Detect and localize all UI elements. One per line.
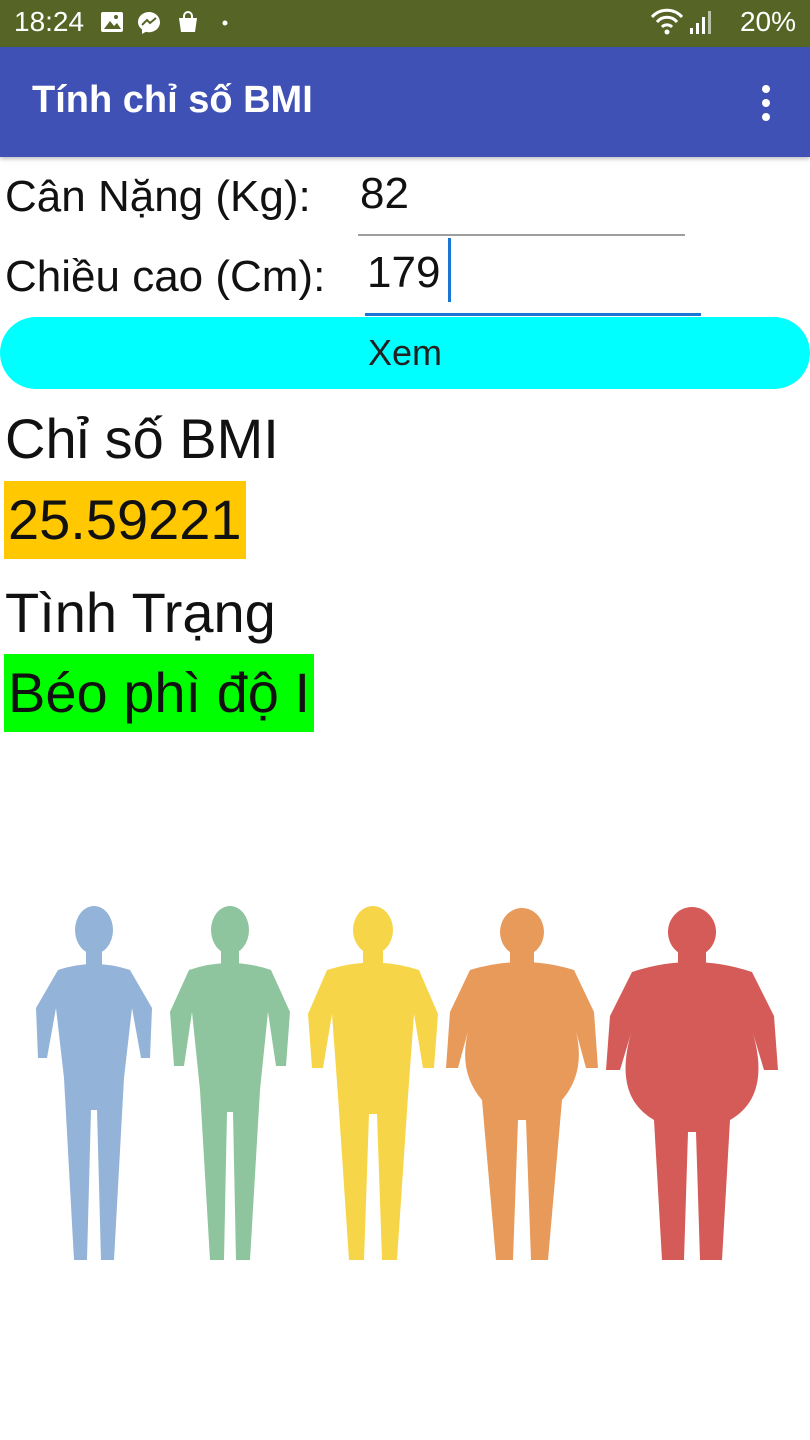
height-input[interactable] <box>367 245 697 301</box>
normal-figure <box>170 906 290 1260</box>
bmi-value: 25.59221 <box>4 481 246 559</box>
messenger-icon <box>138 12 160 34</box>
signal-icon <box>690 11 711 34</box>
view-button[interactable]: Xem <box>0 317 810 389</box>
weight-label: Cân Nặng (Kg): <box>5 172 311 221</box>
app-title: Tính chỉ số BMI <box>32 79 313 121</box>
status-bar: 18:24 20% <box>0 0 810 47</box>
height-label: Chiều cao (Cm): <box>5 252 326 301</box>
underweight-figure <box>36 906 152 1260</box>
battery-percent: 20% <box>739 6 796 37</box>
status-time: 18:24 <box>14 6 85 37</box>
image-icon <box>101 12 123 32</box>
wifi-icon <box>650 8 684 35</box>
overweight-figure <box>308 906 438 1260</box>
weight-input[interactable] <box>360 166 680 222</box>
status-value: Béo phì độ I <box>4 654 315 732</box>
extremely-obese-figure <box>606 907 778 1260</box>
obese-figure <box>446 908 598 1260</box>
dot-icon <box>222 20 228 26</box>
weight-input-underline <box>358 234 685 236</box>
app-bar: Tính chỉ số BMI <box>0 47 810 157</box>
status-heading: Tình Trạng <box>5 581 276 644</box>
text-cursor <box>448 238 451 302</box>
more-vert-icon[interactable] <box>746 83 786 123</box>
bmi-heading: Chỉ số BMI <box>5 407 279 470</box>
height-input-underline <box>365 313 701 316</box>
body-shapes-illustration <box>36 906 778 1260</box>
shopping-bag-icon <box>179 11 197 32</box>
